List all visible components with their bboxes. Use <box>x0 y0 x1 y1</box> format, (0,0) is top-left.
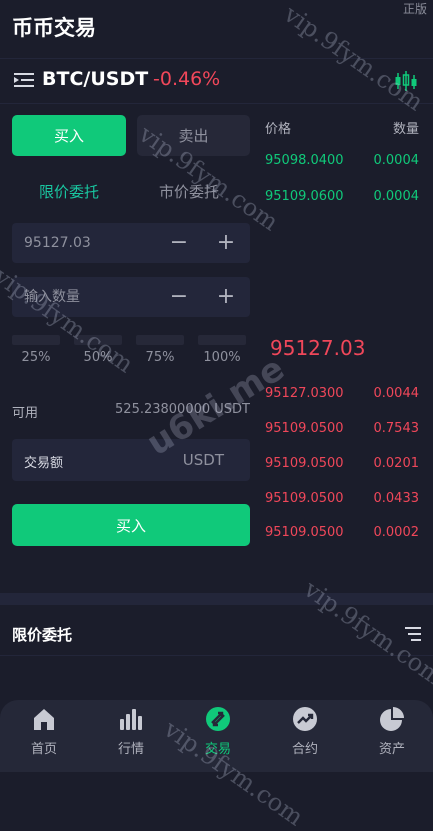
quantity-field: − + <box>12 277 250 317</box>
orderbook-price-header: 价格 <box>265 122 292 137</box>
available-value: 525.23800000 USDT <box>115 402 250 417</box>
list-icon[interactable] <box>405 627 421 641</box>
menu-list-icon[interactable] <box>14 71 34 89</box>
quantity-increase-button[interactable]: + <box>211 282 241 312</box>
nav-market[interactable]: 行情 <box>101 706 161 757</box>
trade-amount-field[interactable]: 交易额 USDT <box>12 439 250 481</box>
divider <box>0 655 433 656</box>
tab-limit-order[interactable]: 限价委托 <box>39 181 99 202</box>
nav-label-market: 行情 <box>117 742 144 757</box>
percent-option-100[interactable]: 100% <box>198 350 246 365</box>
orderbook-qty-header: 数量 <box>392 122 419 137</box>
ask-qty: 0.0433 <box>373 491 420 506</box>
price-field: − + <box>12 223 250 263</box>
last-price: 95127.03 <box>270 336 366 360</box>
ask-price[interactable]: 95109.0500 <box>265 456 344 471</box>
price-increase-button[interactable]: + <box>211 228 241 258</box>
bid-qty: 0.0004 <box>373 189 420 204</box>
buy-tab[interactable]: 买入 <box>12 115 126 156</box>
buy-submit-button[interactable]: 买入 <box>12 504 250 546</box>
ask-qty: 0.7543 <box>373 421 420 436</box>
quantity-decrease-button[interactable]: − <box>164 282 194 312</box>
nav-home[interactable]: 首页 <box>14 706 74 757</box>
trade-amount-unit: USDT <box>182 451 224 469</box>
percent-option-25[interactable]: 25% <box>12 350 60 365</box>
bottom-nav: 首页 行情 交易 合约 资产 <box>0 700 433 772</box>
bid-price[interactable]: 95098.0400 <box>265 153 344 168</box>
quantity-input[interactable] <box>24 277 154 317</box>
ask-price[interactable]: 95109.0500 <box>265 421 344 436</box>
pair-name[interactable]: BTC/USDT <box>42 68 148 90</box>
percent-bar-75[interactable] <box>136 335 184 345</box>
bid-qty: 0.0004 <box>373 153 420 168</box>
ask-price[interactable]: 95127.0300 <box>265 386 344 401</box>
open-orders-title: 限价委托 <box>12 626 73 644</box>
corner-tag: 正版 <box>402 2 427 16</box>
nav-assets[interactable]: 资产 <box>362 706 422 757</box>
trade-amount-label: 交易额 <box>24 456 64 471</box>
bid-price[interactable]: 95109.0600 <box>265 189 344 204</box>
ask-price[interactable]: 95109.0500 <box>265 491 344 506</box>
tab-market-order[interactable]: 市价委托 <box>159 181 219 202</box>
sell-tab[interactable]: 卖出 <box>137 115 250 156</box>
percent-bar-100[interactable] <box>198 335 246 345</box>
ask-price[interactable]: 95109.0500 <box>265 525 344 540</box>
assets-pie-icon <box>380 707 404 731</box>
nav-contract[interactable]: 合约 <box>275 706 335 757</box>
ask-qty: 0.0002 <box>373 525 420 540</box>
percent-option-75[interactable]: 75% <box>136 350 184 365</box>
home-icon <box>34 709 54 730</box>
pair-bar: BTC/USDT -0.46% <box>0 58 433 104</box>
ask-qty: 0.0044 <box>373 386 420 401</box>
market-bars-icon <box>120 709 142 730</box>
trade-icon <box>206 707 230 731</box>
price-decrease-button[interactable]: − <box>164 228 194 258</box>
nav-label-assets: 资产 <box>378 742 405 757</box>
pair-change: -0.46% <box>153 68 221 90</box>
candlestick-chart-icon[interactable] <box>393 69 419 93</box>
contract-trend-icon <box>293 707 317 731</box>
percent-bar-25[interactable] <box>12 335 60 345</box>
percent-option-50[interactable]: 50% <box>74 350 122 365</box>
nav-label-trade: 交易 <box>204 742 231 757</box>
available-label: 可用 <box>12 406 39 421</box>
nav-label-home: 首页 <box>30 742 57 757</box>
page-title: 币币交易 <box>12 16 96 40</box>
ask-qty: 0.0201 <box>373 456 420 471</box>
nav-trade[interactable]: 交易 <box>188 706 248 757</box>
nav-label-contract: 合约 <box>291 742 318 757</box>
section-divider <box>0 593 433 605</box>
price-input[interactable] <box>24 223 154 263</box>
percent-bar-50[interactable] <box>74 335 122 345</box>
